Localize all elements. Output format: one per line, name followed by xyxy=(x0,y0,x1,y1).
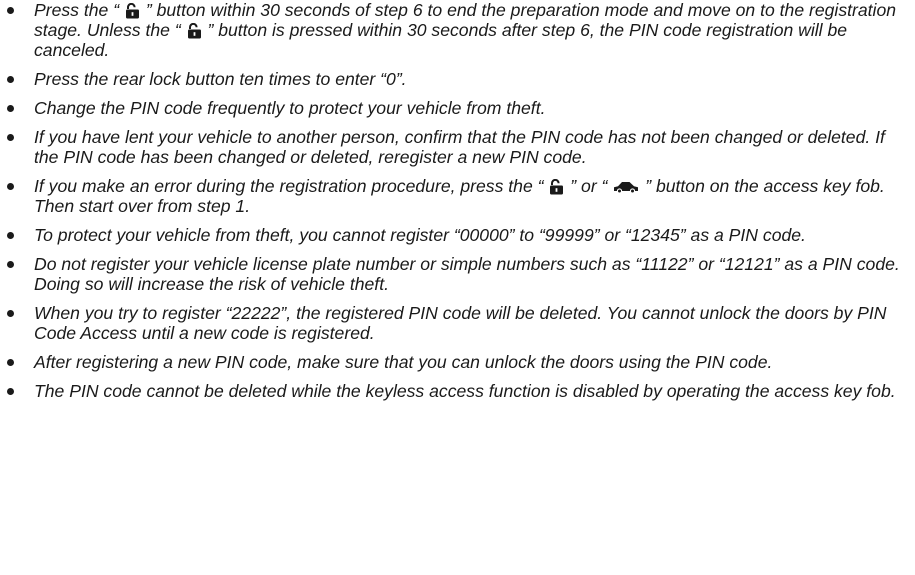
unlock-icon xyxy=(187,22,202,39)
unlock-icon xyxy=(549,178,564,195)
note-text: To protect your vehicle from theft, you … xyxy=(34,225,806,245)
unlock-icon xyxy=(125,2,140,19)
note-item: If you make an error during the registra… xyxy=(0,176,903,216)
note-item: Press the rear lock button ten times to … xyxy=(0,69,903,89)
note-item: Do not register your vehicle license pla… xyxy=(0,254,903,294)
note-item: Change the PIN code frequently to protec… xyxy=(0,98,903,118)
note-item: When you try to register “22222”, the re… xyxy=(0,303,903,343)
note-text: When you try to register “22222”, the re… xyxy=(34,303,887,343)
note-text: Press the “ xyxy=(34,0,120,20)
note-item: After registering a new PIN code, make s… xyxy=(0,352,903,372)
bullet-icon xyxy=(7,134,14,141)
notes-list: Press the “ ” button within 30 seconds o… xyxy=(0,0,915,401)
note-text: Press the rear lock button ten times to … xyxy=(34,69,407,89)
bullet-icon xyxy=(7,7,14,14)
note-text: After registering a new PIN code, make s… xyxy=(34,352,773,372)
note-text: ” or “ xyxy=(570,176,608,196)
note-text: Change the PIN code frequently to protec… xyxy=(34,98,546,118)
bullet-icon xyxy=(7,388,14,395)
bullet-icon xyxy=(7,76,14,83)
note-item: The PIN code cannot be deleted while the… xyxy=(0,381,903,401)
bullet-icon xyxy=(7,232,14,239)
note-item: To protect your vehicle from theft, you … xyxy=(0,225,903,245)
bullet-icon xyxy=(7,261,14,268)
bullet-icon xyxy=(7,310,14,317)
bullet-icon xyxy=(7,183,14,190)
note-item: Press the “ ” button within 30 seconds o… xyxy=(0,0,903,60)
note-text: If you make an error during the registra… xyxy=(34,176,544,196)
bullet-icon xyxy=(7,359,14,366)
note-text: If you have lent your vehicle to another… xyxy=(34,127,885,167)
bullet-icon xyxy=(7,105,14,112)
note-text: The PIN code cannot be deleted while the… xyxy=(34,381,896,401)
car-icon xyxy=(613,178,639,194)
note-text: Do not register your vehicle license pla… xyxy=(34,254,900,294)
note-item: If you have lent your vehicle to another… xyxy=(0,127,903,167)
